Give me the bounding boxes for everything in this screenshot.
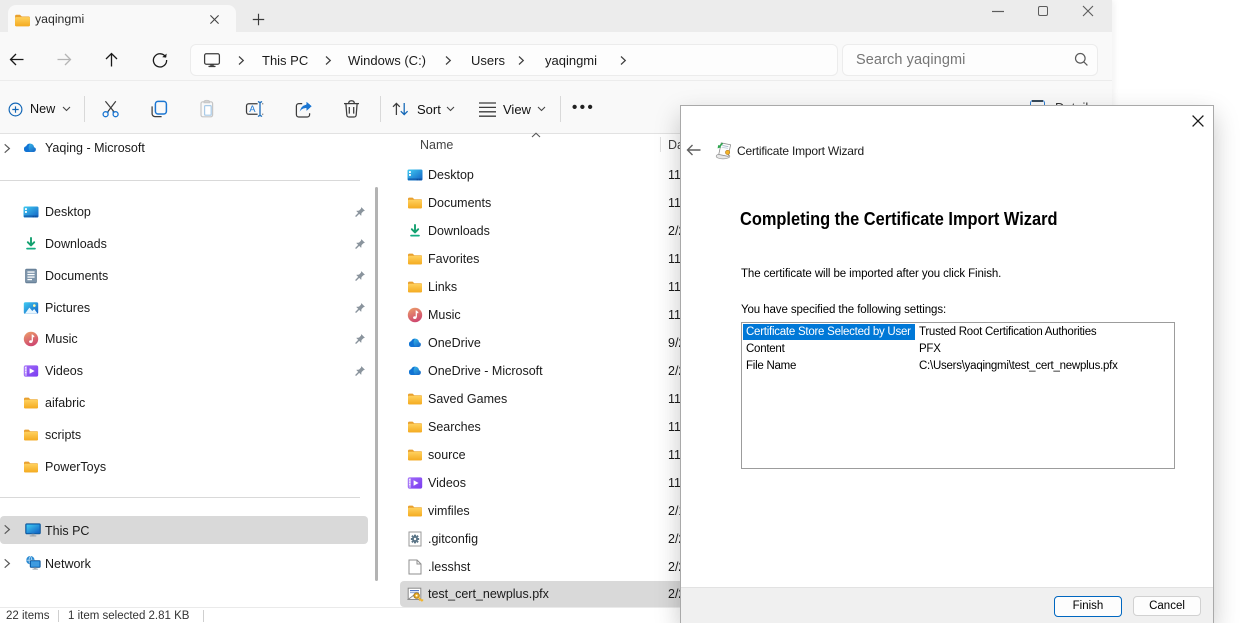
svg-text:A: A (249, 103, 256, 114)
